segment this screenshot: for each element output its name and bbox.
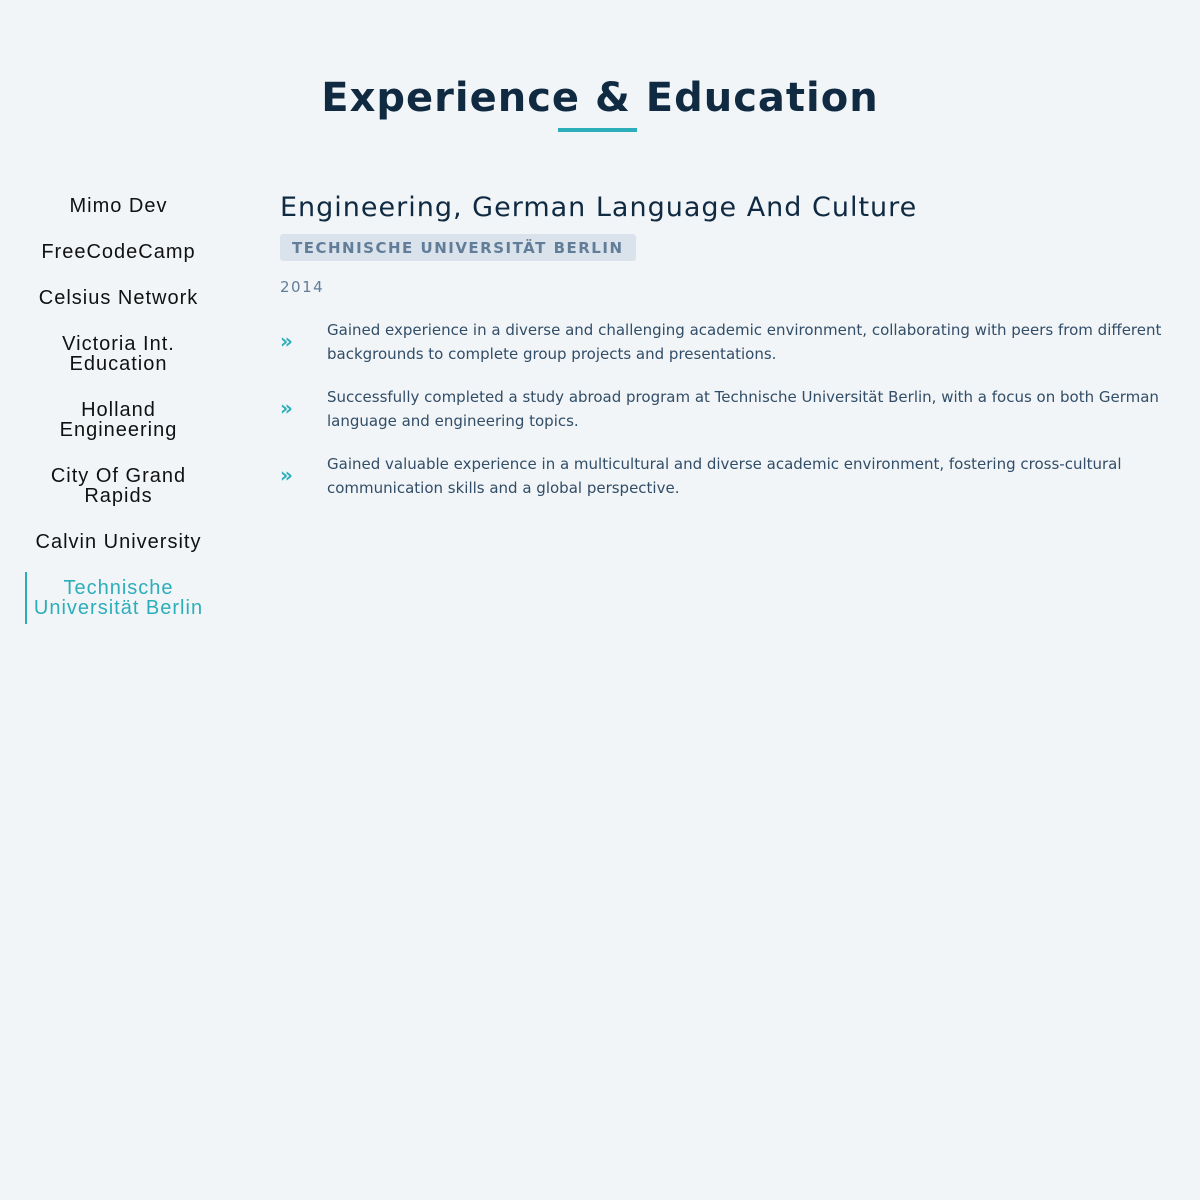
tab-holland-engineering[interactable]: Holland Engineering [25,400,210,440]
job-title: Engineering, German Language And Culture [280,192,918,223]
duty-text: Gained valuable experience in a multicul… [327,455,1122,497]
duty-item: » Gained valuable experience in a multic… [280,452,1170,500]
title-underline [557,128,637,132]
company-badge: TECHNISCHE UNIVERSITÄT BERLIN [280,234,636,261]
tab-calvin-university[interactable]: Calvin University [25,532,210,552]
tab-technische-universitat-berlin[interactable]: Technische Universität Berlin [25,572,210,624]
tab-freecodecamp[interactable]: FreeCodeCamp [25,242,210,262]
tab-victoria-int-education[interactable]: Victoria Int. Education [25,334,210,374]
double-chevron-right-icon: » [280,463,293,487]
tab-celsius-network[interactable]: Celsius Network [25,288,210,308]
tab-mimo-dev[interactable]: Mimo Dev [25,196,210,216]
duty-list: » Gained experience in a diverse and cha… [280,318,1170,500]
double-chevron-right-icon: » [280,396,293,420]
double-chevron-right-icon: » [280,329,293,353]
duty-text: Successfully completed a study abroad pr… [327,388,1159,430]
duty-text: Gained experience in a diverse and chall… [327,321,1162,363]
job-date: 2014 [280,278,325,296]
company-tab-list: Mimo Dev FreeCodeCamp Celsius Network Vi… [25,196,210,650]
section-title: Experience & Education [321,75,879,121]
duty-item: » Gained experience in a diverse and cha… [280,318,1170,366]
duty-item: » Successfully completed a study abroad … [280,385,1170,433]
job-info: Engineering, German Language And Culture… [280,190,1170,519]
tab-city-of-grand-rapids[interactable]: City Of Grand Rapids [25,466,210,506]
section-header: Experience & Education [0,70,1200,132]
